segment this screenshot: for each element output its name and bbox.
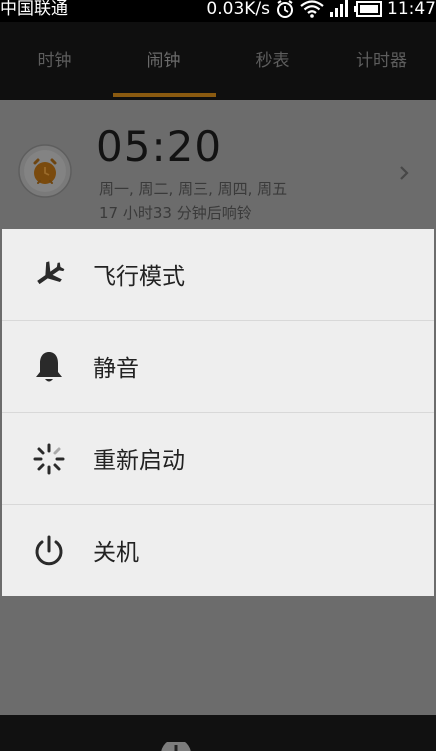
status-indicators: 0.03K/s 11:47 xyxy=(206,0,436,20)
alarm-clock-icon xyxy=(18,144,72,198)
add-alarm-icon[interactable] xyxy=(160,742,192,751)
alarm-status-icon xyxy=(277,0,293,18)
bell-icon xyxy=(36,352,62,382)
menu-item-airplane-mode[interactable]: 飞行模式 xyxy=(2,229,434,321)
menu-label-power-off: 关机 xyxy=(93,540,139,566)
status-bar: 中国联通 0.03K/s 11:47 xyxy=(0,0,436,22)
alarm-item[interactable]: 05:20 周一, 周二, 周三, 周四, 周五 17 小时33 分钟后响铃 xyxy=(0,100,436,230)
power-icon xyxy=(35,535,63,566)
signal-icon xyxy=(330,0,348,17)
tab-timer[interactable]: 计时器 xyxy=(327,22,436,100)
network-speed: 0.03K/s xyxy=(206,0,270,19)
menu-label-airplane-mode: 飞行模式 xyxy=(93,264,185,290)
tab-bar: 时钟 闹钟 秒表 计时器 xyxy=(0,22,436,100)
airplane-icon xyxy=(37,261,65,285)
carrier-name: 中国联通 xyxy=(0,0,68,19)
alarm-time: 05:20 xyxy=(96,122,223,171)
menu-label-silent: 静音 xyxy=(93,356,139,382)
menu-label-restart: 重新启动 xyxy=(93,448,185,474)
restart-icon xyxy=(33,443,65,475)
tab-clock[interactable]: 时钟 xyxy=(0,22,109,100)
menu-item-silent[interactable]: 静音 xyxy=(2,321,434,413)
power-menu-dialog: 飞行模式 静音 重新启动 关机 xyxy=(2,229,434,596)
battery-icon xyxy=(354,1,382,17)
screen: 中国联通 0.03K/s 11:47 时钟 闹钟 秒表 计时器 05:20 周一… xyxy=(0,0,436,751)
menu-item-power-off[interactable]: 关机 xyxy=(2,505,434,600)
tab-alarm[interactable]: 闹钟 xyxy=(109,22,218,100)
alarm-remaining-time: 17 小时33 分钟后响铃 xyxy=(99,204,252,222)
wifi-icon xyxy=(300,0,324,18)
alarm-repeat-days: 周一, 周二, 周三, 周四, 周五 xyxy=(99,180,288,198)
active-tab-indicator xyxy=(113,93,216,97)
menu-item-restart[interactable]: 重新启动 xyxy=(2,413,434,505)
clock-time: 11:47 xyxy=(387,0,436,19)
chevron-right-icon[interactable] xyxy=(398,164,410,182)
bottom-bar xyxy=(0,715,436,751)
tab-stopwatch[interactable]: 秒表 xyxy=(218,22,327,100)
